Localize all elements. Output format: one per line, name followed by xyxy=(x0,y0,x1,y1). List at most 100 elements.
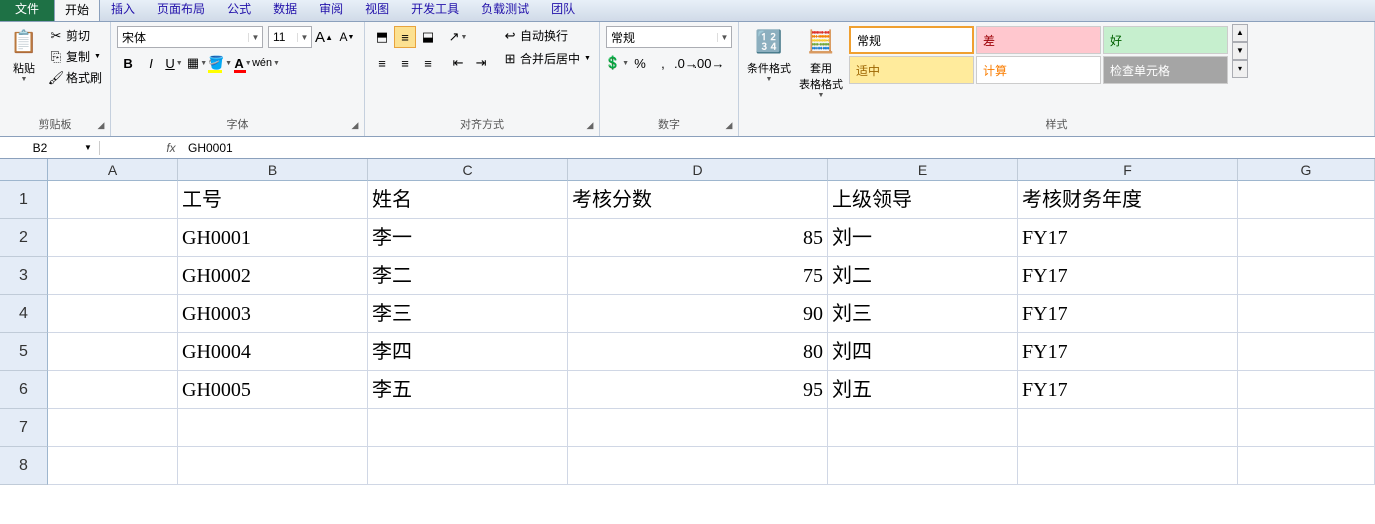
name-box-input[interactable] xyxy=(0,141,80,155)
font-launcher[interactable]: ◢ xyxy=(348,120,362,134)
cell-D3[interactable]: 75 xyxy=(568,257,828,295)
cell-B4[interactable]: GH0003 xyxy=(178,295,368,333)
style-cell-5[interactable]: 检查单元格 xyxy=(1103,56,1228,84)
col-header-A[interactable]: A xyxy=(48,159,178,181)
table-format-button[interactable]: 🧮 套用 表格格式 ▼ xyxy=(795,24,847,101)
cell-C7[interactable] xyxy=(368,409,568,447)
row-header-8[interactable]: 8 xyxy=(0,447,48,485)
cell-G4[interactable] xyxy=(1238,295,1375,333)
formula-input[interactable] xyxy=(182,141,1375,155)
merge-center-button[interactable]: ⊞合并后居中▼ xyxy=(500,49,593,68)
cell-E2[interactable]: 刘一 xyxy=(828,219,1018,257)
cell-D4[interactable]: 90 xyxy=(568,295,828,333)
font-name-input[interactable] xyxy=(118,27,248,47)
col-header-E[interactable]: E xyxy=(828,159,1018,181)
cell-C8[interactable] xyxy=(368,447,568,485)
row-header-1[interactable]: 1 xyxy=(0,181,48,219)
font-name-combo[interactable]: ▼ xyxy=(117,26,263,48)
cell-A4[interactable] xyxy=(48,295,178,333)
cell-B1[interactable]: 工号 xyxy=(178,181,368,219)
cell-D2[interactable]: 85 xyxy=(568,219,828,257)
cell-C3[interactable]: 李二 xyxy=(368,257,568,295)
align-bottom-button[interactable]: ⬓ xyxy=(417,26,439,48)
row-header-3[interactable]: 3 xyxy=(0,257,48,295)
cell-F1[interactable]: 考核财务年度 xyxy=(1018,181,1238,219)
cell-E7[interactable] xyxy=(828,409,1018,447)
cell-C5[interactable]: 李四 xyxy=(368,333,568,371)
style-cell-3[interactable]: 适中 xyxy=(849,56,974,84)
decrease-decimal-button[interactable]: .00→ xyxy=(698,52,720,74)
col-header-F[interactable]: F xyxy=(1018,159,1238,181)
format-painter-button[interactable]: 🖌格式刷 xyxy=(46,68,104,87)
cell-D5[interactable]: 80 xyxy=(568,333,828,371)
style-cell-4[interactable]: 计算 xyxy=(976,56,1101,84)
cell-A6[interactable] xyxy=(48,371,178,409)
cell-F5[interactable]: FY17 xyxy=(1018,333,1238,371)
cell-C2[interactable]: 李一 xyxy=(368,219,568,257)
tab-file[interactable]: 文件 xyxy=(0,0,54,21)
cell-E5[interactable]: 刘四 xyxy=(828,333,1018,371)
chevron-down-icon[interactable]: ▼ xyxy=(297,33,311,42)
italic-button[interactable]: I xyxy=(140,52,162,74)
phonetic-button[interactable]: wén▼ xyxy=(255,52,277,74)
cell-E6[interactable]: 刘五 xyxy=(828,371,1018,409)
align-left-button[interactable]: ≡ xyxy=(371,52,393,74)
cell-F6[interactable]: FY17 xyxy=(1018,371,1238,409)
bold-button[interactable]: B xyxy=(117,52,139,74)
cell-F4[interactable]: FY17 xyxy=(1018,295,1238,333)
cell-G6[interactable] xyxy=(1238,371,1375,409)
accounting-format-button[interactable]: 💲▼ xyxy=(606,52,628,74)
col-header-G[interactable]: G xyxy=(1238,159,1375,181)
row-header-2[interactable]: 2 xyxy=(0,219,48,257)
col-header-C[interactable]: C xyxy=(368,159,568,181)
number-launcher[interactable]: ◢ xyxy=(722,120,736,134)
cell-A8[interactable] xyxy=(48,447,178,485)
cell-C6[interactable]: 李五 xyxy=(368,371,568,409)
tab-0[interactable]: 开始 xyxy=(54,0,100,21)
cell-D7[interactable] xyxy=(568,409,828,447)
row-header-7[interactable]: 7 xyxy=(0,409,48,447)
increase-indent-button[interactable]: ⇥ xyxy=(470,52,492,74)
fx-button[interactable]: fx xyxy=(160,141,182,155)
paste-button[interactable]: 📋 粘贴 ▼ xyxy=(4,24,44,85)
row-header-6[interactable]: 6 xyxy=(0,371,48,409)
cell-B7[interactable] xyxy=(178,409,368,447)
cell-A1[interactable] xyxy=(48,181,178,219)
cell-B2[interactable]: GH0001 xyxy=(178,219,368,257)
decrease-font-button[interactable]: A▼ xyxy=(336,26,358,48)
style-cell-2[interactable]: 好 xyxy=(1103,26,1228,54)
cell-G2[interactable] xyxy=(1238,219,1375,257)
cell-G1[interactable] xyxy=(1238,181,1375,219)
cell-F8[interactable] xyxy=(1018,447,1238,485)
cell-E3[interactable]: 刘二 xyxy=(828,257,1018,295)
cell-G3[interactable] xyxy=(1238,257,1375,295)
gallery-up-button[interactable]: ▲ xyxy=(1232,24,1248,42)
font-color-button[interactable]: A▼ xyxy=(232,52,254,74)
tab-2[interactable]: 页面布局 xyxy=(146,0,216,21)
wrap-text-button[interactable]: ↩自动换行 xyxy=(500,26,593,45)
gallery-more-button[interactable]: ▾ xyxy=(1232,60,1248,78)
cell-A7[interactable] xyxy=(48,409,178,447)
cell-E4[interactable]: 刘三 xyxy=(828,295,1018,333)
font-size-input[interactable] xyxy=(269,27,297,47)
cell-C1[interactable]: 姓名 xyxy=(368,181,568,219)
cell-E1[interactable]: 上级领导 xyxy=(828,181,1018,219)
cut-button[interactable]: ✂剪切 xyxy=(46,26,104,45)
cell-G8[interactable] xyxy=(1238,447,1375,485)
row-header-4[interactable]: 4 xyxy=(0,295,48,333)
cell-E8[interactable] xyxy=(828,447,1018,485)
number-format-combo[interactable]: ▼ xyxy=(606,26,732,48)
cell-A2[interactable] xyxy=(48,219,178,257)
tab-1[interactable]: 插入 xyxy=(100,0,146,21)
orientation-button[interactable]: ↗▼ xyxy=(447,26,469,48)
col-header-B[interactable]: B xyxy=(178,159,368,181)
clipboard-launcher[interactable]: ◢ xyxy=(94,120,108,134)
underline-button[interactable]: U▼ xyxy=(163,52,185,74)
gallery-down-button[interactable]: ▼ xyxy=(1232,42,1248,60)
conditional-format-button[interactable]: 🔢 条件格式 ▼ xyxy=(743,24,795,85)
align-right-button[interactable]: ≡ xyxy=(417,52,439,74)
tab-5[interactable]: 审阅 xyxy=(308,0,354,21)
tab-9[interactable]: 团队 xyxy=(540,0,586,21)
font-size-combo[interactable]: ▼ xyxy=(268,26,312,48)
cell-B3[interactable]: GH0002 xyxy=(178,257,368,295)
